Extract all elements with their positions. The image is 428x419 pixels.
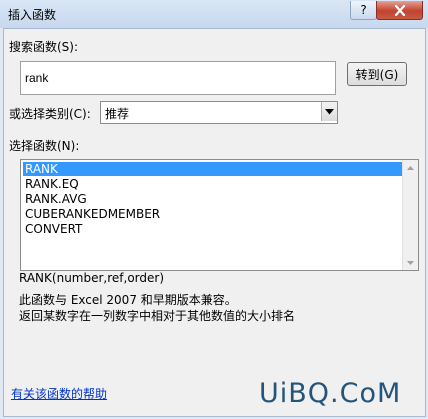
search-label: 搜索函数(S): bbox=[9, 40, 79, 54]
category-select[interactable]: 推荐 bbox=[100, 101, 338, 124]
function-list[interactable]: RANK RANK.EQ RANK.AVG CUBERANKEDMEMBER C… bbox=[20, 159, 419, 271]
dialog-body: 搜索函数(S): 转到(G) 或选择类别(C): 推荐 选择函数(N): RAN… bbox=[3, 28, 426, 417]
list-item[interactable]: RANK bbox=[23, 162, 402, 176]
watermark-logo: UiBQ.CoM bbox=[259, 378, 402, 409]
category-value: 推荐 bbox=[105, 107, 130, 121]
chevron-up-icon bbox=[407, 165, 414, 170]
search-input[interactable] bbox=[20, 61, 336, 95]
list-scrollbar[interactable] bbox=[402, 160, 418, 270]
list-item[interactable]: CONVERT bbox=[23, 222, 402, 236]
function-help-link[interactable]: 有关该函数的帮助 bbox=[11, 385, 107, 402]
help-icon: ? bbox=[360, 3, 367, 17]
close-icon bbox=[394, 4, 405, 16]
list-item[interactable]: RANK.EQ bbox=[23, 177, 402, 191]
category-label: 或选择类别(C): bbox=[9, 107, 91, 121]
window-title: 插入函数 bbox=[8, 8, 57, 22]
help-button[interactable]: ? bbox=[350, 1, 377, 20]
compat-note: 此函数与 Excel 2007 和早期版本兼容。 bbox=[19, 293, 237, 307]
list-item[interactable]: RANK.AVG bbox=[23, 192, 402, 206]
function-description: 返回某数字在一列数字中相对于其他数值的大小排名 bbox=[19, 309, 296, 323]
close-button[interactable] bbox=[376, 1, 423, 20]
function-syntax: RANK(number,ref,order) bbox=[19, 271, 165, 285]
dropdown-button[interactable] bbox=[321, 102, 337, 121]
scroll-down-button[interactable] bbox=[403, 255, 418, 270]
chevron-down-icon bbox=[407, 260, 414, 265]
scroll-up-button[interactable] bbox=[403, 160, 418, 175]
chevron-down-icon bbox=[325, 108, 334, 114]
list-item[interactable]: CUBERANKEDMEMBER bbox=[23, 207, 402, 221]
function-list-label: 选择函数(N): bbox=[9, 139, 80, 153]
goto-button[interactable]: 转到(G) bbox=[347, 62, 407, 86]
title-bar[interactable]: 插入函数 ? bbox=[0, 0, 428, 28]
